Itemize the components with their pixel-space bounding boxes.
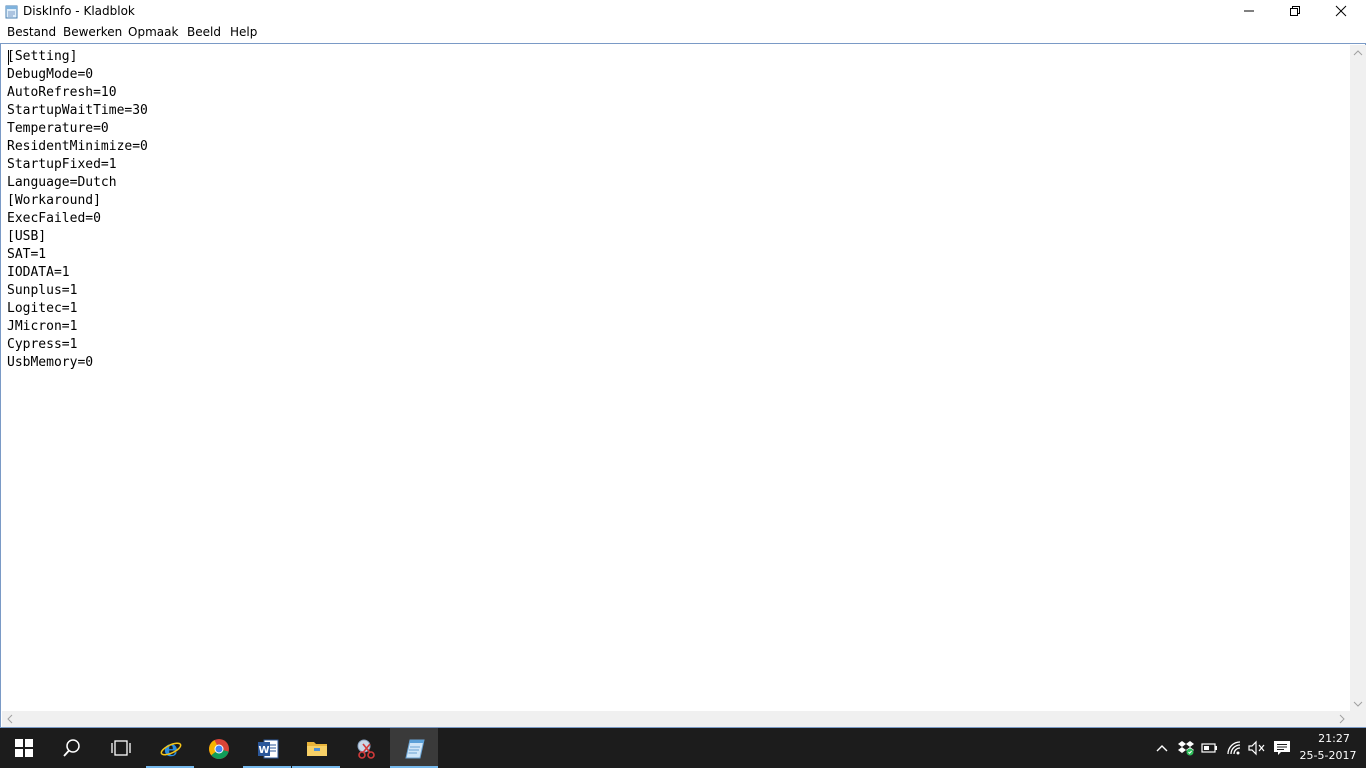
horizontal-scrollbar[interactable] [2, 711, 1350, 727]
taskbar-internet-explorer[interactable]: e [146, 728, 194, 768]
scroll-right-icon[interactable] [1334, 711, 1350, 727]
clock-date[interactable]: 25-5-2017 [1298, 749, 1358, 762]
scrollbar-corner [1350, 711, 1366, 727]
tray-network[interactable] [1226, 740, 1244, 756]
text-line: [Workaround] [7, 193, 101, 208]
svg-text:W: W [258, 745, 269, 756]
minimize-button[interactable] [1226, 0, 1272, 22]
dropbox-icon [1178, 741, 1194, 756]
task-view-button[interactable] [96, 728, 144, 768]
clock-time[interactable]: 21:27 [1304, 732, 1364, 745]
menu-format[interactable]: Opmaak [128, 25, 178, 40]
tray-dropbox[interactable] [1177, 740, 1195, 756]
search-button[interactable] [48, 728, 96, 768]
text-editor[interactable]: [Setting] DebugMode=0 AutoRefresh=10 Sta… [0, 43, 1366, 728]
wifi-icon [1227, 741, 1241, 755]
text-line: Cypress=1 [7, 337, 78, 352]
chrome-icon [209, 739, 229, 759]
tray-action-center[interactable] [1273, 740, 1291, 756]
battery-icon [1201, 743, 1217, 753]
search-icon [63, 739, 80, 757]
notification-icon [1274, 741, 1290, 755]
document-text[interactable]: [Setting] DebugMode=0 AutoRefresh=10 Sta… [7, 48, 1337, 372]
text-line: StartupFixed=1 [7, 157, 117, 172]
notepad-icon [405, 739, 425, 759]
text-line: Language=Dutch [7, 175, 117, 190]
taskbar-snipping-tool[interactable] [341, 728, 389, 768]
taskbar-notepad[interactable] [390, 728, 438, 768]
text-line: AutoRefresh=10 [7, 85, 117, 100]
windows-start-icon [15, 739, 33, 757]
scroll-left-icon[interactable] [2, 711, 18, 727]
text-line: SAT=1 [7, 247, 47, 262]
menu-view[interactable]: Beeld [187, 25, 221, 40]
window-title: DiskInfo - Kladblok [23, 4, 135, 18]
restore-icon [1290, 6, 1300, 16]
taskbar-chrome[interactable] [194, 728, 242, 768]
taskbar-file-explorer[interactable] [292, 728, 340, 768]
scroll-up-icon[interactable] [1350, 45, 1366, 61]
task-view-icon [111, 740, 131, 756]
minimize-icon [1244, 10, 1254, 12]
file-explorer-icon [307, 742, 327, 756]
menu-file[interactable]: Bestand [7, 25, 56, 40]
tray-battery[interactable] [1201, 740, 1219, 756]
internet-explorer-icon: e [160, 738, 182, 760]
tray-volume[interactable] [1248, 740, 1266, 756]
text-line: Temperature=0 [7, 121, 109, 136]
text-line: Logitec=1 [7, 301, 78, 316]
menu-edit[interactable]: Bewerken [63, 25, 122, 40]
show-hidden-icons-button[interactable] [1154, 740, 1172, 756]
notepad-app-icon[interactable] [5, 4, 18, 19]
text-line: UsbMemory=0 [7, 355, 94, 370]
text-line: StartupWaitTime=30 [7, 103, 148, 118]
snipping-tool-icon [357, 739, 375, 759]
text-line: [USB] [7, 229, 47, 244]
taskbar: e W 21:27 25-5-2017 [0, 728, 1366, 768]
text-line: ExecFailed=0 [7, 211, 101, 226]
text-line: IODATA=1 [7, 265, 70, 280]
close-button[interactable] [1318, 0, 1364, 22]
text-line: ResidentMinimize=0 [7, 139, 148, 154]
title-bar[interactable]: DiskInfo - Kladblok [0, 0, 1366, 22]
text-caret [8, 50, 9, 65]
text-line: DebugMode=0 [7, 67, 94, 82]
vertical-scrollbar[interactable] [1350, 45, 1366, 712]
scroll-down-icon[interactable] [1350, 696, 1366, 712]
volume-muted-icon [1248, 740, 1265, 756]
restore-button[interactable] [1272, 0, 1318, 22]
word-icon: W [258, 739, 279, 759]
text-line: Sunplus=1 [7, 283, 78, 298]
close-icon [1335, 5, 1347, 17]
taskbar-word[interactable]: W [243, 728, 291, 768]
start-button[interactable] [0, 728, 48, 768]
menu-help[interactable]: Help [230, 25, 257, 40]
text-line: JMicron=1 [7, 319, 78, 334]
svg-text:e: e [164, 738, 178, 760]
menu-bar: Bestand Bewerken Opmaak Beeld Help [0, 22, 1366, 43]
chevron-up-icon [1156, 745, 1168, 752]
text-line: [Setting] [7, 49, 78, 64]
